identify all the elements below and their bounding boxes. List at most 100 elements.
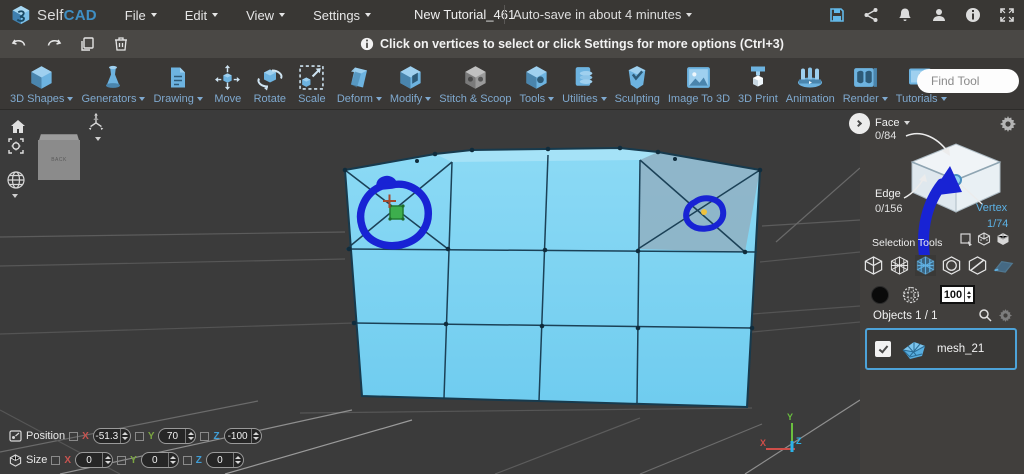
deform-icon [347, 62, 371, 92]
menu-view[interactable]: View [232, 8, 299, 23]
size-x-checkbox[interactable] [51, 455, 61, 465]
undo-icon[interactable] [10, 35, 28, 53]
autosave-status[interactable]: Auto-save in about 4 minutes [513, 7, 693, 22]
fullscreen-icon[interactable] [998, 6, 1016, 24]
axis-widget-icon[interactable] [86, 112, 106, 132]
tool-generators[interactable]: Generators [81, 62, 146, 105]
size-x-stepper[interactable] [102, 453, 112, 467]
cube-faces-icon[interactable] [977, 232, 991, 246]
position-x-stepper[interactable] [119, 429, 130, 443]
save-icon[interactable] [828, 6, 846, 24]
position-x-input[interactable] [93, 430, 120, 442]
opacity-input[interactable] [942, 288, 964, 301]
viewport-3d[interactable]: Y X Z BACK Position X -51.3 Y 70 Z -100 … [0, 110, 860, 474]
face-mode-selector[interactable]: Face [875, 117, 911, 129]
position-z-field[interactable] [223, 428, 262, 444]
size-y-input[interactable] [141, 454, 168, 466]
frame-capture-icon[interactable] [6, 136, 26, 156]
size-y-checkbox[interactable] [117, 455, 127, 465]
move-icon [214, 62, 241, 92]
bell-icon[interactable] [896, 6, 914, 24]
search-icon[interactable] [978, 308, 992, 325]
cube-solid-icon[interactable] [996, 232, 1010, 246]
position-y-input[interactable] [159, 430, 186, 442]
position-y-checkbox[interactable] [134, 431, 144, 441]
globe-icon[interactable] [6, 170, 26, 190]
position-z-input[interactable] [224, 430, 251, 442]
object-list-item-mesh21[interactable]: mesh_21 [865, 328, 1017, 370]
menu-edit[interactable]: Edit [171, 8, 232, 23]
tool-modify[interactable]: Modify [390, 62, 432, 105]
chevron-down-icon [279, 13, 286, 17]
tool-move[interactable]: Move [211, 62, 245, 105]
tool-animation[interactable]: Animation [786, 62, 835, 105]
object-checkbox-checked[interactable] [875, 341, 891, 357]
redo-icon[interactable] [44, 35, 62, 53]
home-icon[interactable] [8, 116, 28, 136]
rotate-icon [255, 62, 285, 92]
color-swatch[interactable] [871, 286, 889, 304]
render-icon [852, 62, 879, 92]
lasso-select-icon[interactable] [993, 255, 1014, 276]
tool-utilities[interactable]: Utilities [562, 62, 607, 105]
position-y-axis-label: Y [147, 430, 155, 442]
tool-3d-print[interactable]: 3D Print [738, 62, 778, 105]
share-icon[interactable] [862, 6, 880, 24]
tool-3d-shapes[interactable]: 3D Shapes [10, 62, 74, 105]
sculpting-icon [624, 62, 650, 92]
size-y-field[interactable] [140, 452, 179, 468]
select-cut-mode-icon[interactable] [967, 255, 988, 276]
mesh-thumbnail-icon [902, 342, 926, 359]
size-z-input[interactable] [206, 454, 233, 466]
select-vertex-mode-icon-active[interactable] [915, 255, 936, 276]
menu-settings[interactable]: Settings [299, 8, 385, 23]
position-x-checkbox[interactable] [69, 431, 79, 441]
position-y-field[interactable] [158, 428, 197, 444]
tool-image-to-3d[interactable]: Image To 3D [668, 62, 730, 105]
tool-tools[interactable]: Tools [519, 62, 555, 105]
size-y-stepper[interactable] [167, 453, 178, 467]
select-object-mode-icon[interactable] [863, 255, 884, 276]
edge-label: Edge [875, 188, 901, 200]
highlighted-vertex[interactable] [701, 209, 707, 215]
trash-icon[interactable] [112, 35, 130, 53]
tool-deform[interactable]: Deform [337, 62, 382, 105]
tool-sculpting[interactable]: Sculpting [615, 62, 660, 105]
brush-sphere-icon[interactable] [902, 286, 920, 307]
menu-file[interactable]: File [111, 8, 171, 23]
checkmark-icon [878, 342, 888, 354]
position-z-checkbox[interactable] [200, 431, 210, 441]
size-z-stepper[interactable] [232, 453, 243, 467]
gear-icon[interactable] [999, 309, 1012, 325]
size-z-checkbox[interactable] [182, 455, 192, 465]
panel-collapse-button[interactable] [849, 113, 870, 134]
position-y-stepper[interactable] [185, 429, 195, 443]
chevron-down-icon [139, 97, 146, 101]
position-x-field[interactable] [92, 428, 131, 444]
size-z-field[interactable] [205, 452, 244, 468]
size-x-field[interactable] [75, 452, 114, 468]
marquee-select-icon[interactable] [959, 232, 973, 246]
opacity-stepper[interactable] [964, 287, 973, 302]
selfcad-logo[interactable]: SelfCAD [0, 4, 111, 26]
tool-scale[interactable]: Scale [295, 62, 329, 105]
tool-render[interactable]: Render [843, 62, 888, 105]
size-icon [8, 453, 22, 467]
info-icon[interactable] [964, 6, 982, 24]
chevron-down-icon[interactable] [12, 194, 18, 198]
history-actions [0, 35, 130, 53]
size-x-input[interactable] [76, 454, 103, 466]
tool-drawing[interactable]: Drawing [153, 62, 203, 105]
view-cube[interactable]: BACK [38, 133, 80, 180]
view-cube-front[interactable]: BACK [38, 140, 80, 180]
tool-stitch-scoop[interactable]: Stitch & Scoop [439, 62, 511, 105]
find-tool-input[interactable] [917, 69, 1019, 93]
select-mesh-mode-icon[interactable] [889, 255, 910, 276]
copy-icon[interactable] [78, 35, 96, 53]
user-icon[interactable] [930, 6, 948, 24]
tool-rotate[interactable]: Rotate [253, 62, 287, 105]
chevron-down-icon[interactable] [95, 137, 101, 141]
select-soft-mode-icon[interactable] [941, 255, 962, 276]
opacity-field[interactable] [940, 285, 975, 304]
position-z-stepper[interactable] [250, 429, 261, 443]
